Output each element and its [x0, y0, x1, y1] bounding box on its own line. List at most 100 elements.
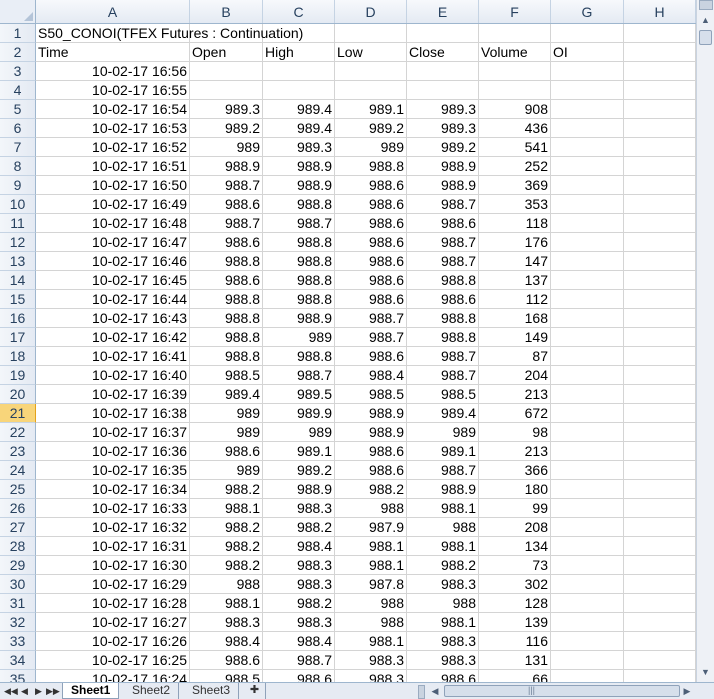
cell-h22[interactable]: [624, 423, 696, 442]
cell-d5[interactable]: 989.1: [335, 100, 407, 119]
cell-a11[interactable]: 10-02-17 16:48: [36, 214, 190, 233]
cell-b14[interactable]: 988.6: [190, 271, 263, 290]
cell-e14[interactable]: 988.8: [407, 271, 479, 290]
cell-g20[interactable]: [551, 385, 624, 404]
cell-d31[interactable]: 988: [335, 594, 407, 613]
first-sheet-icon[interactable]: ◀◀: [4, 684, 18, 698]
cell-e8[interactable]: 988.9: [407, 157, 479, 176]
cell-e27[interactable]: 988: [407, 518, 479, 537]
cell-h9[interactable]: [624, 176, 696, 195]
cell-d3[interactable]: [335, 62, 407, 81]
cell-h28[interactable]: [624, 537, 696, 556]
row-header[interactable]: 5: [0, 100, 36, 119]
cell-a20[interactable]: 10-02-17 16:39: [36, 385, 190, 404]
cell-h21[interactable]: [624, 404, 696, 423]
cell-c11[interactable]: 988.7: [263, 214, 335, 233]
cell-c34[interactable]: 988.7: [263, 651, 335, 670]
cell-d15[interactable]: 988.6: [335, 290, 407, 309]
cell-f7[interactable]: 541: [479, 138, 551, 157]
cell-d20[interactable]: 988.5: [335, 385, 407, 404]
row-header[interactable]: 32: [0, 613, 36, 632]
column-header-d[interactable]: D: [335, 0, 407, 23]
cell-a16[interactable]: 10-02-17 16:43: [36, 309, 190, 328]
cell-g11[interactable]: [551, 214, 624, 233]
cell-f10[interactable]: 353: [479, 195, 551, 214]
row-header[interactable]: 15: [0, 290, 36, 309]
prev-sheet-icon[interactable]: ◀: [18, 684, 31, 698]
cell-e7[interactable]: 989.2: [407, 138, 479, 157]
cell-h2[interactable]: [624, 43, 696, 62]
cell-h15[interactable]: [624, 290, 696, 309]
row-header[interactable]: 18: [0, 347, 36, 366]
cell-g34[interactable]: [551, 651, 624, 670]
cell-f31[interactable]: 128: [479, 594, 551, 613]
cell-d32[interactable]: 988: [335, 613, 407, 632]
cell-a3[interactable]: 10-02-17 16:56: [36, 62, 190, 81]
cell-f25[interactable]: 180: [479, 480, 551, 499]
scroll-down-icon[interactable]: ▼: [698, 664, 713, 680]
row-header[interactable]: 14: [0, 271, 36, 290]
cell-h17[interactable]: [624, 328, 696, 347]
cell-d22[interactable]: 988.9: [335, 423, 407, 442]
cell-e5[interactable]: 989.3: [407, 100, 479, 119]
cell-e28[interactable]: 988.1: [407, 537, 479, 556]
cell-e32[interactable]: 988.1: [407, 613, 479, 632]
cell-a23[interactable]: 10-02-17 16:36: [36, 442, 190, 461]
horizontal-scroll-thumb[interactable]: [444, 685, 680, 697]
cell-g14[interactable]: [551, 271, 624, 290]
cell-b13[interactable]: 988.8: [190, 252, 263, 271]
row-header[interactable]: 35: [0, 670, 36, 682]
cell-g1[interactable]: [551, 24, 624, 43]
cell-c3[interactable]: [263, 62, 335, 81]
cell-f1[interactable]: [479, 24, 551, 43]
cell-a8[interactable]: 10-02-17 16:51: [36, 157, 190, 176]
row-header[interactable]: 33: [0, 632, 36, 651]
cell-e33[interactable]: 988.3: [407, 632, 479, 651]
cell-b30[interactable]: 988: [190, 575, 263, 594]
cell-c18[interactable]: 988.8: [263, 347, 335, 366]
cell-g26[interactable]: [551, 499, 624, 518]
row-header[interactable]: 34: [0, 651, 36, 670]
cell-e4[interactable]: [407, 81, 479, 100]
cell-f15[interactable]: 112: [479, 290, 551, 309]
cell-h34[interactable]: [624, 651, 696, 670]
cell-g5[interactable]: [551, 100, 624, 119]
cell-c24[interactable]: 989.2: [263, 461, 335, 480]
cell-e13[interactable]: 988.7: [407, 252, 479, 271]
cell-g33[interactable]: [551, 632, 624, 651]
cell-c22[interactable]: 989: [263, 423, 335, 442]
cell-c14[interactable]: 988.8: [263, 271, 335, 290]
cell-c16[interactable]: 988.9: [263, 309, 335, 328]
cell-g9[interactable]: [551, 176, 624, 195]
scroll-right-icon[interactable]: ▶: [680, 684, 694, 698]
cell-c35[interactable]: 988.6: [263, 670, 335, 682]
cell-g22[interactable]: [551, 423, 624, 442]
cell-h10[interactable]: [624, 195, 696, 214]
vertical-scroll-thumb[interactable]: [699, 30, 712, 45]
cell-h24[interactable]: [624, 461, 696, 480]
cell-c32[interactable]: 988.3: [263, 613, 335, 632]
row-header[interactable]: 13: [0, 252, 36, 271]
cell-a34[interactable]: 10-02-17 16:25: [36, 651, 190, 670]
column-header-g[interactable]: G: [551, 0, 624, 23]
cell-e12[interactable]: 988.7: [407, 233, 479, 252]
cell-a7[interactable]: 10-02-17 16:52: [36, 138, 190, 157]
cell-e21[interactable]: 989.4: [407, 404, 479, 423]
select-all-corner[interactable]: [0, 0, 36, 24]
row-header[interactable]: 26: [0, 499, 36, 518]
row-header[interactable]: 1: [0, 24, 36, 43]
cell-b7[interactable]: 989: [190, 138, 263, 157]
cell-g18[interactable]: [551, 347, 624, 366]
cell-d2[interactable]: Low: [335, 43, 407, 62]
cell-c23[interactable]: 989.1: [263, 442, 335, 461]
cell-a31[interactable]: 10-02-17 16:28: [36, 594, 190, 613]
row-header[interactable]: 27: [0, 518, 36, 537]
cell-e35[interactable]: 988.6: [407, 670, 479, 682]
row-header[interactable]: 6: [0, 119, 36, 138]
cell-b19[interactable]: 988.5: [190, 366, 263, 385]
cell-c12[interactable]: 988.8: [263, 233, 335, 252]
cell-f6[interactable]: 436: [479, 119, 551, 138]
column-header-c[interactable]: C: [263, 0, 335, 23]
cell-a35[interactable]: 10-02-17 16:24: [36, 670, 190, 682]
cell-f35[interactable]: 66: [479, 670, 551, 682]
